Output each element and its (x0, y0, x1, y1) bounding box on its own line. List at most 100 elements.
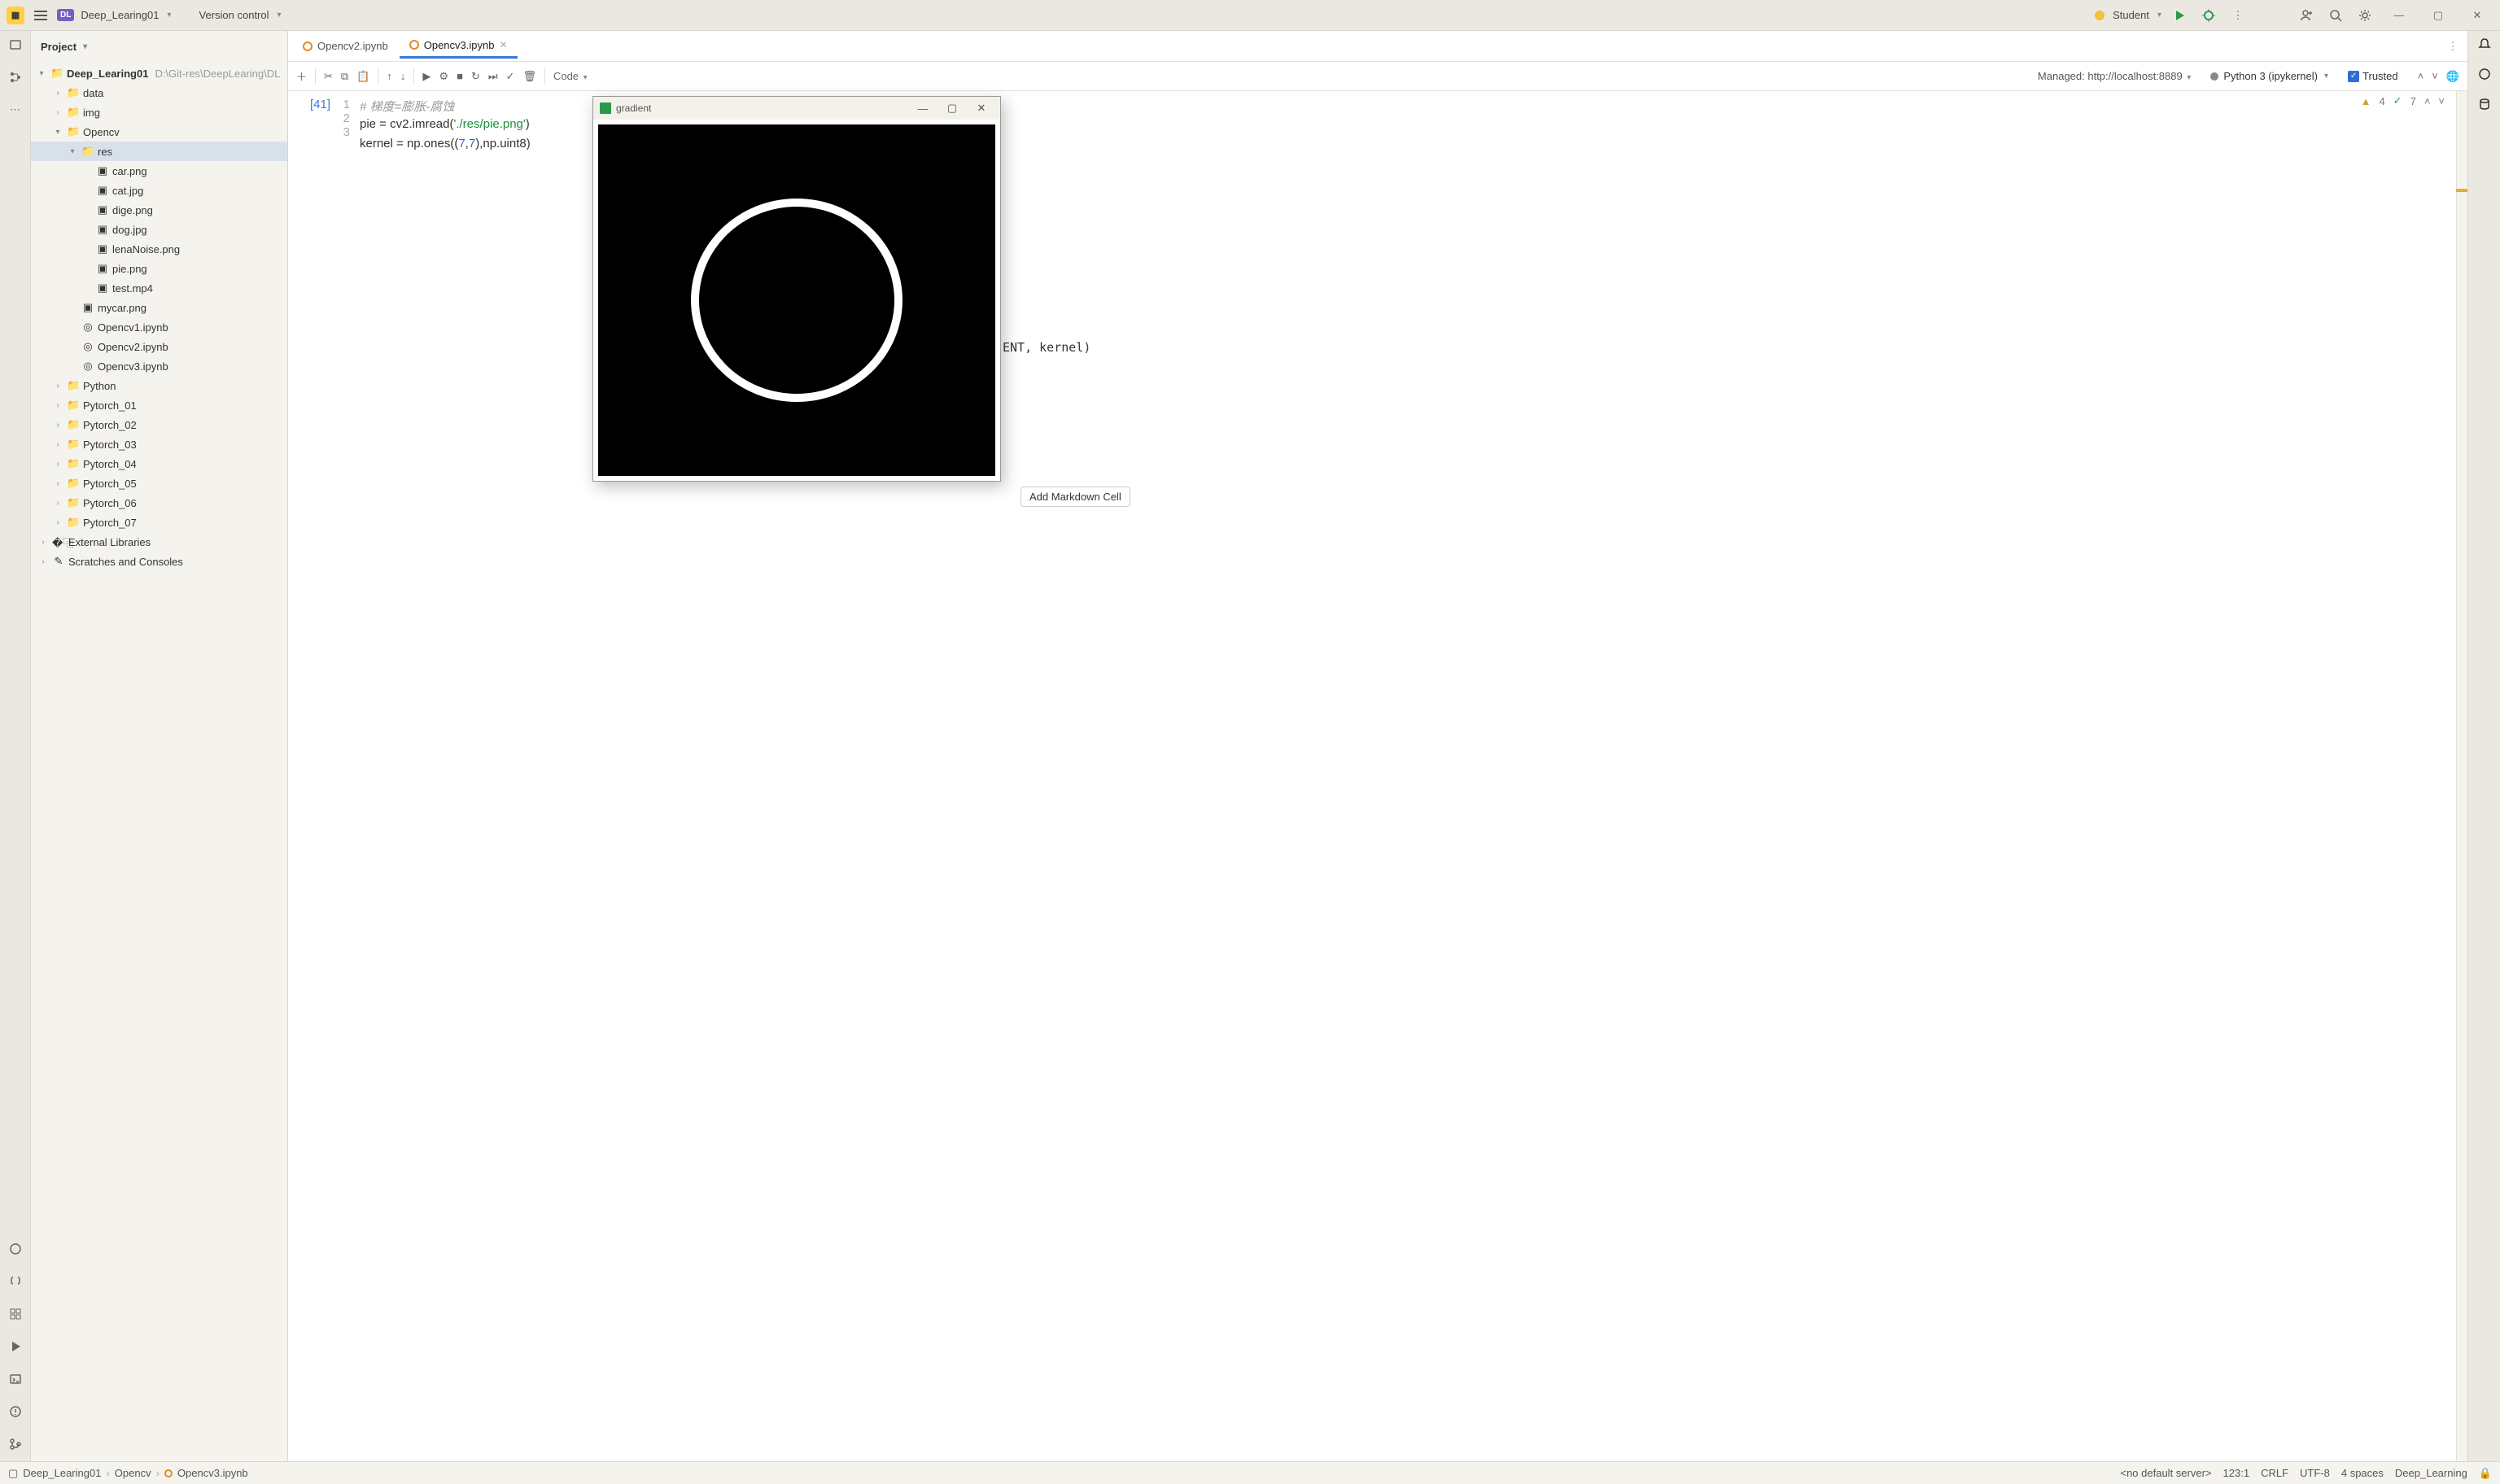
opencv-image-window[interactable]: gradient — ▢ ✕ (592, 96, 1001, 482)
tree-node[interactable]: ▣ test.mp4 (31, 278, 287, 298)
status-caret[interactable]: 123:1 (2223, 1467, 2250, 1479)
project-name[interactable]: Deep_Learing01 (81, 9, 159, 21)
debug-cell-icon[interactable]: ⚙ (439, 70, 448, 83)
close-tab-icon[interactable]: ✕ (499, 39, 507, 50)
chevron-right-icon[interactable]: › (52, 460, 63, 469)
managed-label[interactable]: Managed: http://localhost:8889 ▾ (2038, 70, 2191, 82)
stop-icon[interactable]: ■ (457, 70, 463, 82)
main-menu-button[interactable] (31, 7, 50, 24)
move-down-icon[interactable]: ↓ (400, 70, 406, 82)
notifications-icon[interactable] (2478, 37, 2491, 53)
chevron-right-icon[interactable]: › (52, 89, 63, 98)
window-maximize[interactable]: ▢ (940, 102, 964, 115)
vcs-menu[interactable]: Version control (199, 9, 269, 21)
collapse-down-icon[interactable]: ˅ (2432, 70, 2438, 82)
chevron-right-icon[interactable]: › (37, 538, 49, 547)
run-all-icon[interactable]: ⏭ (488, 70, 498, 83)
project-tool-icon[interactable] (7, 36, 24, 54)
tree-node[interactable]: ◎ Opencv2.ipynb (31, 337, 287, 356)
status-eol[interactable]: CRLF (2261, 1467, 2288, 1479)
ai-icon[interactable] (2478, 68, 2491, 83)
collapse-up-icon[interactable]: ˄ (2418, 70, 2424, 82)
project-tree[interactable]: ▾ 📁 Deep_Learing01 D:\Git-res\DeepLearin… (31, 62, 287, 1461)
tree-node[interactable]: › 📁 Pytorch_03 (31, 434, 287, 454)
chevron-right-icon[interactable]: › (52, 382, 63, 391)
problems-icon[interactable] (7, 1403, 24, 1421)
tree-node[interactable]: ▣ car.png (31, 161, 287, 181)
window-close[interactable]: ✕ (2461, 4, 2493, 27)
chevron-right-icon[interactable]: › (52, 401, 63, 410)
web-icon[interactable]: 🌐 (2446, 70, 2459, 83)
tree-node[interactable]: ▣ cat.jpg (31, 181, 287, 200)
tree-node[interactable]: ◎ Opencv3.ipynb (31, 356, 287, 376)
trusted-toggle[interactable]: ✓ Trusted (2348, 70, 2398, 82)
run-cell-icon[interactable]: ▶ (422, 70, 431, 83)
cut-icon[interactable]: ✂ (324, 70, 333, 83)
tree-node[interactable]: ▣ mycar.png (31, 298, 287, 317)
student-label[interactable]: Student (2113, 9, 2149, 21)
marker-icon[interactable] (2456, 189, 2467, 192)
delete-icon[interactable]: 🗑 (522, 70, 536, 83)
tree-node[interactable]: › 📁 data (31, 83, 287, 103)
tree-node[interactable]: › 📁 Pytorch_04 (31, 454, 287, 474)
add-markdown-button[interactable]: Add Markdown Cell (1021, 487, 1130, 507)
window-maximize[interactable]: ▢ (2422, 4, 2454, 27)
status-encoding[interactable]: UTF-8 (2300, 1467, 2330, 1479)
chevron-down-icon[interactable]: ▾ (67, 147, 78, 156)
project-panel-header[interactable]: Project ▾ (31, 31, 287, 62)
debug-button[interactable] (2197, 4, 2220, 27)
run-tool-icon[interactable] (7, 1338, 24, 1355)
tab-opencv3[interactable]: Opencv3.ipynb ✕ (400, 34, 518, 59)
image-window-titlebar[interactable]: gradient — ▢ ✕ (593, 97, 1000, 120)
more-button[interactable]: ⋮ (2227, 4, 2249, 27)
vcs-icon[interactable] (7, 1435, 24, 1453)
tabs-more-icon[interactable]: ⋮ (2443, 40, 2463, 53)
tree-node[interactable]: ◎ Opencv1.ipynb (31, 317, 287, 337)
more-tool-icon[interactable]: ⋯ (7, 101, 24, 119)
jupyter-icon[interactable] (7, 1240, 24, 1258)
tree-node[interactable]: › 📁 Pytorch_01 (31, 395, 287, 415)
chevron-down-icon[interactable]: ▾ (52, 128, 63, 137)
tree-root[interactable]: ▾ 📁 Deep_Learing01 D:\Git-res\DeepLearin… (31, 63, 287, 83)
tree-node[interactable]: › 📁 Pytorch_07 (31, 513, 287, 532)
chevron-right-icon[interactable]: › (52, 499, 63, 508)
settings-button[interactable] (2354, 4, 2376, 27)
tree-node[interactable]: › ✎ Scratches and Consoles (31, 552, 287, 571)
breadcrumb[interactable]: ▢ Deep_Learing01 › Opencv › Opencv3.ipyn… (8, 1467, 248, 1480)
tree-node[interactable]: ▣ lenaNoise.png (31, 239, 287, 259)
copy-icon[interactable]: ⧉ (341, 70, 348, 83)
tree-node[interactable]: › �⿻ External Libraries (31, 532, 287, 552)
services-icon[interactable] (7, 1305, 24, 1323)
add-cell-icon[interactable]: ＋ (296, 68, 307, 84)
add-user-icon[interactable] (2295, 4, 2318, 27)
clear-icon[interactable]: ✓ (506, 70, 515, 83)
status-env[interactable]: Deep_Learning (2395, 1467, 2467, 1479)
status-indent[interactable]: 4 spaces (2341, 1467, 2384, 1479)
python-console-icon[interactable] (7, 1272, 24, 1290)
window-minimize[interactable]: — (2383, 4, 2415, 27)
chevron-right-icon[interactable]: › (37, 557, 49, 566)
tree-node[interactable]: ▾ 📁 Opencv (31, 122, 287, 142)
cell-type-dropdown[interactable]: Code ▾ (553, 70, 588, 82)
tree-node[interactable]: › 📁 Pytorch_06 (31, 493, 287, 513)
readonly-icon[interactable]: 🔒 (2479, 1467, 2492, 1480)
restart-icon[interactable]: ↻ (471, 70, 480, 83)
tree-node[interactable]: › 📁 img (31, 103, 287, 122)
tree-node[interactable]: ▣ pie.png (31, 259, 287, 278)
search-button[interactable] (2324, 4, 2347, 27)
move-up-icon[interactable]: ↑ (387, 70, 392, 82)
tab-opencv2[interactable]: Opencv2.ipynb (293, 35, 398, 57)
chevron-right-icon[interactable]: › (52, 440, 63, 449)
chevron-down-icon[interactable]: ▾ (36, 69, 47, 78)
tree-node[interactable]: › 📁 Pytorch_02 (31, 415, 287, 434)
tree-node[interactable]: › 📁 Python (31, 376, 287, 395)
editor-marker-strip[interactable] (2456, 91, 2467, 1461)
run-button[interactable] (2168, 4, 2191, 27)
inspection-widget[interactable]: ▲4 ✓7 ˄˅ (2361, 94, 2445, 107)
structure-icon[interactable] (7, 68, 24, 86)
kernel-selector[interactable]: Python 3 (ipykernel) ▾ (2210, 70, 2328, 82)
paste-icon[interactable]: 📋 (356, 70, 369, 83)
tree-node[interactable]: ▣ dige.png (31, 200, 287, 220)
status-server[interactable]: <no default server> (2120, 1467, 2211, 1479)
window-minimize[interactable]: — (911, 103, 935, 115)
